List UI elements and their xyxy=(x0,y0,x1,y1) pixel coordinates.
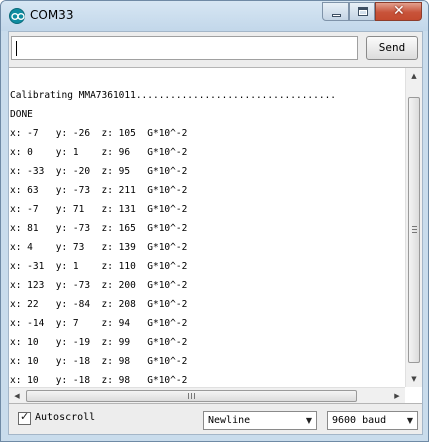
title-bar[interactable]: COM33 ✕ xyxy=(1,1,428,31)
log-line: x: 10 y: -18 z: 98 G*10^-2 xyxy=(10,352,405,371)
minimize-icon xyxy=(332,14,341,17)
vertical-scroll-thumb[interactable] xyxy=(408,97,420,363)
output-log: Calibrating MMA7361011..................… xyxy=(10,86,405,390)
maximize-button[interactable] xyxy=(349,2,375,21)
scroll-up-icon[interactable]: ▲ xyxy=(406,68,422,84)
client-area: Send Calibrating MMA7361011.............… xyxy=(8,31,423,435)
log-line-text: x: -31 y: 1 z: 110 G*10^-2 xyxy=(10,261,188,272)
text-caret xyxy=(16,41,17,56)
arduino-icon xyxy=(9,8,25,24)
close-button[interactable]: ✕ xyxy=(375,2,422,21)
bottom-bar: ✓ Autoscroll Newline ▼ 9600 baud ▼ xyxy=(9,406,422,434)
log-line: x: -14 y: 7 z: 94 G*10^-2 xyxy=(10,314,405,333)
serial-monitor-window: COM33 ✕ Send Calibrating MMA7361011.....… xyxy=(0,0,429,442)
log-line: x: 10 y: -19 z: 99 G*10^-2 xyxy=(10,333,405,352)
log-line-text: x: 4 y: 73 z: 139 G*10^-2 xyxy=(10,242,188,253)
vertical-scrollbar[interactable]: ▲ ▼ xyxy=(405,68,422,387)
check-icon: ✓ xyxy=(20,410,30,423)
log-line: x: -31 y: 1 z: 110 G*10^-2 xyxy=(10,257,405,276)
log-line-text: x: 10 y: -18 z: 98 G*10^-2 xyxy=(10,356,188,367)
log-line-text: Calibrating MMA7361011..................… xyxy=(10,90,337,101)
autoscroll-checkbox[interactable]: ✓ xyxy=(18,410,31,425)
log-line: Calibrating MMA7361011..................… xyxy=(10,86,405,105)
log-line: x: 0 y: 1 z: 96 G*10^-2 xyxy=(10,143,405,162)
log-line: x: 63 y: -73 z: 211 G*10^-2 xyxy=(10,181,405,200)
scroll-left-icon[interactable]: ◀ xyxy=(9,388,25,403)
minimize-button[interactable] xyxy=(322,2,349,21)
horizontal-scroll-thumb[interactable] xyxy=(26,390,357,402)
log-line-text: x: -7 y: -26 z: 105 G*10^-2 xyxy=(10,128,188,139)
log-line: x: 22 y: -84 z: 208 G*10^-2 xyxy=(10,295,405,314)
log-line-text: x: 123 y: -73 z: 200 G*10^-2 xyxy=(10,280,188,291)
chevron-down-icon: ▼ xyxy=(406,416,413,425)
send-button[interactable]: Send xyxy=(366,36,418,60)
log-line-text: x: -7 y: 71 z: 131 G*10^-2 xyxy=(10,204,188,215)
baud-rate-select[interactable]: 9600 baud ▼ xyxy=(327,411,418,430)
log-line-text: x: 22 y: -84 z: 208 G*10^-2 xyxy=(10,299,188,310)
log-line: x: 4 y: 73 z: 139 G*10^-2 xyxy=(10,238,405,257)
scroll-down-icon[interactable]: ▼ xyxy=(406,371,422,387)
log-line-text: x: 0 y: 1 z: 96 G*10^-2 xyxy=(10,147,188,158)
grip-icon xyxy=(188,393,195,399)
line-ending-select[interactable]: Newline ▼ xyxy=(203,411,317,430)
log-line: x: -7 y: 71 z: 131 G*10^-2 xyxy=(10,200,405,219)
scroll-right-icon[interactable]: ▶ xyxy=(389,388,405,403)
close-icon: ✕ xyxy=(393,3,405,19)
maximize-icon xyxy=(358,7,368,16)
baud-rate-value: 9600 baud xyxy=(332,415,387,426)
log-line-text: x: 10 y: -19 z: 99 G*10^-2 xyxy=(10,337,188,348)
log-line-text: x: -14 y: 7 z: 94 G*10^-2 xyxy=(10,318,188,329)
log-line: x: 123 y: -73 z: 200 G*10^-2 xyxy=(10,276,405,295)
send-input[interactable] xyxy=(11,36,358,60)
autoscroll-label[interactable]: Autoscroll xyxy=(35,412,95,423)
log-line-text: DONE xyxy=(10,109,33,120)
horizontal-scrollbar[interactable]: ◀ ▶ xyxy=(9,387,405,403)
log-line-text: x: 63 y: -73 z: 211 G*10^-2 xyxy=(10,185,188,196)
log-line: x: 81 y: -73 z: 165 G*10^-2 xyxy=(10,219,405,238)
log-line: x: -33 y: -20 z: 95 G*10^-2 xyxy=(10,162,405,181)
chevron-down-icon: ▼ xyxy=(305,416,312,425)
log-line: x: -7 y: -26 z: 105 G*10^-2 xyxy=(10,124,405,143)
log-line-text: x: -33 y: -20 z: 95 G*10^-2 xyxy=(10,166,188,177)
window-title: COM33 xyxy=(30,8,74,22)
log-line-text: x: 81 y: -73 z: 165 G*10^-2 xyxy=(10,223,188,234)
grip-icon xyxy=(412,226,417,233)
line-ending-value: Newline xyxy=(208,415,251,426)
serial-output[interactable]: Calibrating MMA7361011..................… xyxy=(9,67,422,404)
log-line: DONE xyxy=(10,105,405,124)
